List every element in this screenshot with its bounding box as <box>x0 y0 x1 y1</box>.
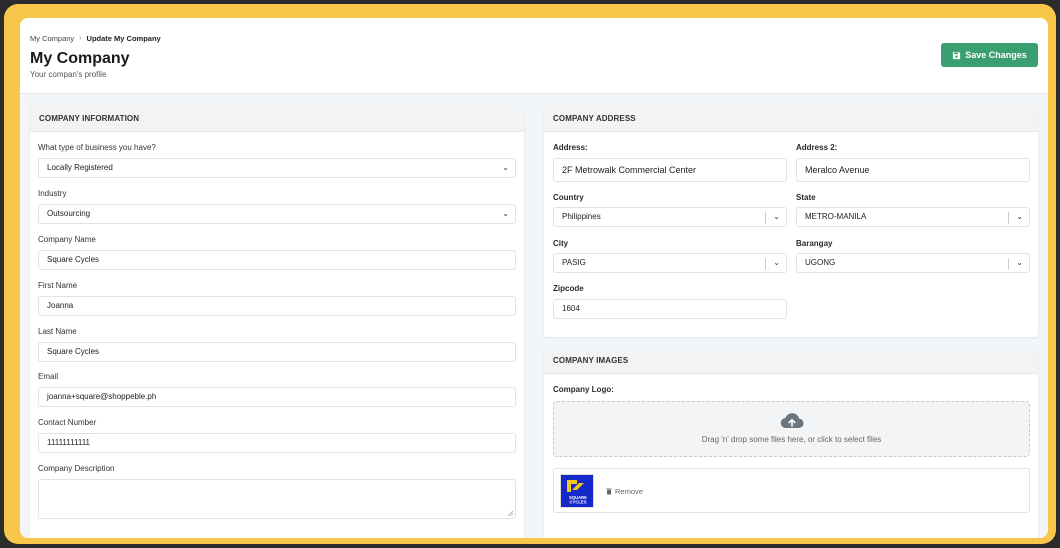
business-type-label: What type of business you have? <box>38 143 156 152</box>
contact-number-value: 11111111111 <box>47 438 91 447</box>
app-window: My Company › Update My Company My Compan… <box>20 18 1048 538</box>
address1-label: Address: <box>553 143 588 152</box>
address2-input[interactable]: Meralco Avenue <box>796 158 1030 182</box>
country-label: Country <box>553 193 584 202</box>
company-address-heading: COMPANY ADDRESS <box>544 105 1038 132</box>
company-name-value: Square Cycles <box>47 255 100 264</box>
business-type-select[interactable]: Locally Registered ⌄ <box>38 158 516 178</box>
last-name-value: Square Cycles <box>47 347 100 356</box>
company-information-heading: COMPANY INFORMATION <box>30 105 524 132</box>
remove-label: Remove <box>615 487 643 496</box>
company-description-label: Company Description <box>38 464 115 473</box>
screen-frame: My Company › Update My Company My Compan… <box>0 0 1060 548</box>
page-title: My Company <box>30 50 130 67</box>
industry-label: Industry <box>38 189 67 198</box>
first-name-label: First Name <box>38 281 78 290</box>
company-information-card: COMPANY INFORMATION What type of busines… <box>30 105 524 538</box>
contact-number-input[interactable]: 11111111111 <box>38 433 516 453</box>
select-divider <box>1008 212 1009 224</box>
address1-value: 2F Metrowalk Commercial Center <box>562 165 697 175</box>
save-changes-label: Save Changes <box>965 50 1027 60</box>
company-logo-thumbnail: SQUARE CYCLES <box>560 474 594 508</box>
email-value: joanna+square@shoppeble.ph <box>47 392 157 401</box>
square-cycles-logo: SQUARE CYCLES <box>567 480 587 505</box>
breadcrumb-root[interactable]: My Company <box>30 34 74 43</box>
email-label: Email <box>38 372 59 381</box>
page-header: My Company › Update My Company My Compan… <box>20 18 1048 94</box>
business-type-value: Locally Registered <box>47 163 113 172</box>
breadcrumb-separator: › <box>79 35 82 42</box>
state-label: State <box>796 193 816 202</box>
city-label: City <box>553 239 569 248</box>
country-value: Philippines <box>562 212 601 221</box>
chevron-down-icon: ⌄ <box>502 163 509 172</box>
breadcrumb: My Company › Update My Company <box>30 34 161 43</box>
select-divider <box>765 212 766 224</box>
first-name-value: Joanna <box>47 301 74 310</box>
select-divider <box>765 258 766 270</box>
industry-value: Outsourcing <box>47 209 91 218</box>
resize-handle-icon[interactable] <box>507 510 513 516</box>
address2-value: Meralco Avenue <box>805 165 870 175</box>
contact-number-label: Contact Number <box>38 418 97 427</box>
company-images-heading: COMPANY IMAGES <box>544 347 1038 374</box>
company-name-input[interactable]: Square Cycles <box>38 250 516 270</box>
zipcode-input[interactable]: 1604 <box>553 299 787 319</box>
select-divider <box>1008 258 1009 270</box>
chevron-down-icon: ⌄ <box>502 209 509 218</box>
chevron-down-icon: ⌄ <box>1016 212 1023 221</box>
city-value: PASIG <box>562 258 586 267</box>
barangay-value: UGONG <box>805 258 836 267</box>
logo-text-line2: CYCLES <box>570 500 587 505</box>
chevron-down-icon: ⌄ <box>773 258 780 267</box>
company-images-card: COMPANY IMAGES Company Logo: Drag 'n' dr… <box>544 347 1038 538</box>
country-select[interactable]: Philippines ⌄ <box>553 207 787 227</box>
company-logo-label: Company Logo: <box>553 385 614 394</box>
floppy-disk-icon <box>953 51 961 59</box>
state-select[interactable]: METRO-MANILA ⌄ <box>796 207 1030 227</box>
save-changes-button[interactable]: Save Changes <box>941 43 1038 67</box>
industry-select[interactable]: Outsourcing ⌄ <box>38 204 516 224</box>
chevron-down-icon: ⌄ <box>1016 258 1023 267</box>
barangay-select[interactable]: UGONG ⌄ <box>796 253 1030 273</box>
zipcode-label: Zipcode <box>553 284 584 293</box>
breadcrumb-current: Update My Company <box>86 34 161 43</box>
chevron-down-icon: ⌄ <box>773 212 780 221</box>
cloud-upload-icon <box>780 413 804 429</box>
company-description-textarea[interactable] <box>38 479 516 519</box>
logo-preview: SQUARE CYCLES Remove <box>553 468 1030 513</box>
zipcode-value: 1604 <box>562 304 580 313</box>
outer-border: My Company › Update My Company My Compan… <box>4 4 1056 544</box>
address1-input[interactable]: 2F Metrowalk Commercial Center <box>553 158 787 182</box>
dropzone-text: Drag 'n' drop some files here, or click … <box>701 435 882 444</box>
company-address-card: COMPANY ADDRESS Address: 2F Metrowalk Co… <box>544 105 1038 337</box>
last-name-input[interactable]: Square Cycles <box>38 342 516 362</box>
first-name-input[interactable]: Joanna <box>38 296 516 316</box>
barangay-label: Barangay <box>796 239 833 248</box>
city-select[interactable]: PASIG ⌄ <box>553 253 787 273</box>
remove-logo-button[interactable]: Remove <box>606 487 643 496</box>
page-subtitle: Your compan's profile <box>30 70 107 79</box>
state-value: METRO-MANILA <box>805 212 867 221</box>
company-name-label: Company Name <box>38 235 96 244</box>
trash-icon <box>606 488 612 495</box>
address2-label: Address 2: <box>796 143 838 152</box>
last-name-label: Last Name <box>38 327 77 336</box>
email-input[interactable]: joanna+square@shoppeble.ph <box>38 387 516 407</box>
logo-dropzone[interactable]: Drag 'n' drop some files here, or click … <box>553 401 1030 457</box>
